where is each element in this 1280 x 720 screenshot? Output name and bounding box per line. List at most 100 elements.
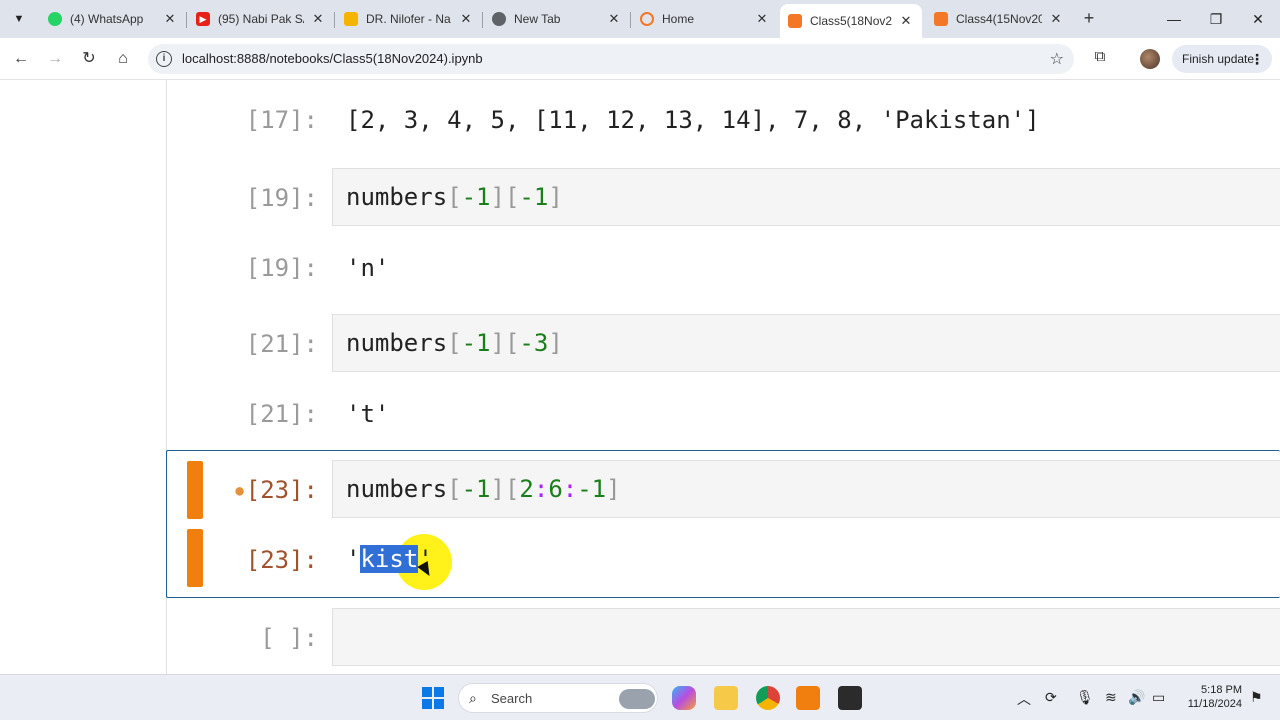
close-icon[interactable]: ✕ xyxy=(898,13,914,29)
taskbar: ⌕ Search ︿ ⟳ 🎙 ≋ 🔊 ▭ 5:18 PM 11/18/2024 … xyxy=(0,674,1280,720)
back-icon[interactable]: ← xyxy=(10,48,32,70)
output-text: 'n' xyxy=(346,254,390,282)
search-icon: ⌕ xyxy=(469,690,477,706)
wifi-icon[interactable]: ≋ xyxy=(1105,689,1117,706)
terminal-icon[interactable] xyxy=(838,686,862,710)
code-number: -1 xyxy=(461,183,491,211)
tab-slides[interactable]: DR. Nilofer - Na ✕ xyxy=(336,4,482,34)
chevron-up-icon[interactable]: ︿ xyxy=(1017,689,1031,709)
close-window-icon[interactable]: ✕ xyxy=(1244,8,1272,30)
close-icon[interactable]: ✕ xyxy=(310,11,326,27)
tab-title: Home xyxy=(662,12,695,26)
code-bracket: [ xyxy=(447,329,462,357)
taskbar-search[interactable]: ⌕ Search xyxy=(458,683,658,713)
minimize-icon[interactable]: — xyxy=(1160,8,1188,30)
finish-update-button[interactable]: Finish update ⋮ xyxy=(1172,45,1272,73)
code-bracket: ] xyxy=(606,475,621,503)
extensions-icon[interactable]: ⧉ xyxy=(1090,48,1110,68)
reload-icon[interactable]: ↻ xyxy=(78,48,100,70)
tab-class4[interactable]: Class4(15Nov20 ✕ xyxy=(926,4,1072,34)
sync-icon[interactable]: ⟳ xyxy=(1045,689,1057,706)
close-icon[interactable]: ✕ xyxy=(1048,11,1064,27)
selected-text[interactable]: kist xyxy=(360,545,419,573)
close-icon[interactable]: ✕ xyxy=(606,11,622,27)
volume-icon[interactable]: 🔊 xyxy=(1128,689,1145,706)
tab-search-button[interactable]: ▼ xyxy=(6,7,32,31)
tab-class5[interactable]: Class5(18Nov20 ✕ xyxy=(780,4,922,38)
copilot-icon[interactable] xyxy=(672,686,696,710)
clock-date: 11/18/2024 xyxy=(1187,698,1242,710)
notebook-icon xyxy=(934,12,948,26)
output-prompt: [21]: xyxy=(245,400,318,428)
code-identifier: numbers xyxy=(346,183,448,211)
tab-title: Class4(15Nov20 xyxy=(956,12,1042,26)
forward-icon[interactable]: → xyxy=(44,48,66,70)
whatsapp-icon xyxy=(48,12,62,26)
tab-strip: ▼ (4) WhatsApp ✕ ▶ (95) Nabi Pak SA ✕ DR… xyxy=(0,0,1280,38)
code-bracket: ][ xyxy=(490,475,520,503)
code-number: -1 xyxy=(577,475,607,503)
url-text: localhost:8888/notebooks/Class5(18Nov202… xyxy=(182,51,483,66)
restore-icon[interactable]: ❐ xyxy=(1202,8,1230,30)
code-bracket: ][ xyxy=(490,183,520,211)
input-prompt: [21]: xyxy=(245,330,318,358)
home-icon[interactable]: ⌂ xyxy=(112,48,134,70)
close-icon[interactable]: ✕ xyxy=(458,11,474,27)
input-prompt: [ ]: xyxy=(260,624,318,652)
output-text: [2, 3, 4, 5, [11, 12, 13, 14], 7, 8, 'Pa… xyxy=(346,106,1040,134)
code-bracket: ] xyxy=(548,329,563,357)
input-prompt: [19]: xyxy=(245,184,318,212)
code-number: 6 xyxy=(548,475,563,503)
windows-start-icon[interactable] xyxy=(422,687,444,709)
tab-home[interactable]: Home ✕ xyxy=(632,4,778,34)
code-line[interactable]: numbers[-1][2:6:-1] xyxy=(346,475,621,503)
tab-title: (4) WhatsApp xyxy=(70,12,144,26)
tab-whatsapp[interactable]: (4) WhatsApp ✕ xyxy=(40,4,186,34)
tab-separator xyxy=(334,12,335,28)
input-prompt-active: ●[23]: xyxy=(168,476,318,504)
clock[interactable]: 5:18 PM 11/18/2024 xyxy=(1180,683,1242,711)
close-icon[interactable]: ✕ xyxy=(754,11,770,27)
tab-separator xyxy=(630,12,631,28)
battery-icon[interactable]: ▭ xyxy=(1152,689,1165,706)
code-number: -3 xyxy=(519,329,549,357)
tab-separator xyxy=(186,12,187,28)
new-tab-button[interactable]: + xyxy=(1078,8,1100,30)
finish-update-label: Finish update xyxy=(1182,52,1255,66)
tab-title: New Tab xyxy=(514,12,561,26)
code-identifier: numbers xyxy=(346,329,448,357)
slides-icon xyxy=(344,12,358,26)
chrome-icon xyxy=(492,12,506,26)
site-info-icon[interactable]: i xyxy=(156,51,172,67)
code-number: 2 xyxy=(519,475,534,503)
more-icon: ⋮ xyxy=(1250,51,1264,67)
modified-dot-icon: ● xyxy=(235,483,244,499)
jupyter-icon xyxy=(640,12,654,26)
code-colon: : xyxy=(533,475,549,503)
browser-toolbar: ← → ↻ ⌂ i localhost:8888/notebooks/Class… xyxy=(0,38,1280,80)
code-bracket: [ xyxy=(447,183,462,211)
search-label: Search xyxy=(491,691,533,706)
code-identifier: numbers xyxy=(346,475,448,503)
tab-new-tab[interactable]: New Tab ✕ xyxy=(484,4,630,34)
code-cell-input-empty[interactable] xyxy=(332,608,1280,666)
notification-icon[interactable]: ⚑ xyxy=(1250,689,1263,706)
address-bar[interactable]: i localhost:8888/notebooks/Class5(18Nov2… xyxy=(148,44,1074,74)
code-line[interactable]: numbers[-1][-3] xyxy=(346,329,563,357)
profile-avatar[interactable] xyxy=(1140,49,1160,69)
code-bracket: ] xyxy=(548,183,563,211)
sublime-icon[interactable] xyxy=(796,686,820,710)
bookmark-star-icon[interactable]: ☆ xyxy=(1050,49,1064,69)
clock-time: 5:18 PM xyxy=(1201,684,1242,696)
code-bracket: ][ xyxy=(490,329,520,357)
microphone-icon[interactable]: 🎙 xyxy=(1076,689,1094,706)
code-number: -1 xyxy=(519,183,549,211)
chrome-taskbar-icon[interactable] xyxy=(756,686,780,710)
file-explorer-icon[interactable] xyxy=(714,686,738,710)
code-colon: : xyxy=(562,475,578,503)
tab-title: (95) Nabi Pak SA xyxy=(218,12,304,26)
tab-title: Class5(18Nov20 xyxy=(810,14,892,28)
close-icon[interactable]: ✕ xyxy=(162,11,178,27)
code-line[interactable]: numbers[-1][-1] xyxy=(346,183,563,211)
tab-youtube[interactable]: ▶ (95) Nabi Pak SA ✕ xyxy=(188,4,334,34)
